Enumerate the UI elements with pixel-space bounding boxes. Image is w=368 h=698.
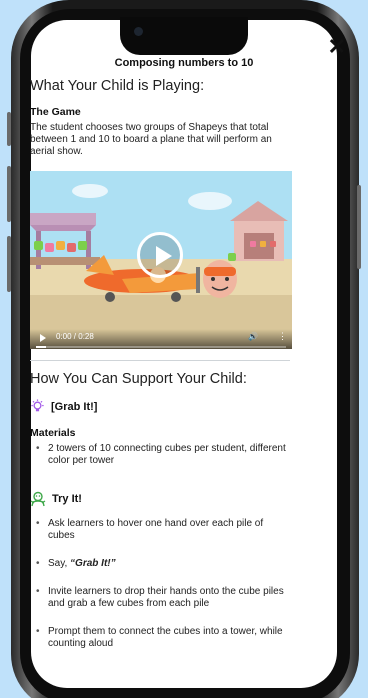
activity-title: [Grab It!] [51,400,98,413]
video-play-button[interactable] [137,232,183,278]
try-it-icon [30,491,46,507]
steps-list-4: Prompt them to connect the cubes into a … [36,626,292,650]
steps-list-1: Ask learners to hover one hand over each… [36,518,292,542]
modal-title: Composing numbers to 10 [114,57,254,69]
power-button [357,185,361,269]
section-divider [30,360,290,361]
mute-switch [7,112,11,146]
try-it-row: Try It! [30,491,82,507]
volume-icon[interactable]: 🔊 [248,332,258,341]
say-prefix: Say, [48,558,71,569]
game-description: The student chooses two groups of Shapey… [30,122,272,157]
playing-heading: What Your Child is Playing: [30,78,205,94]
step-item: Invite learners to drop their hands onto… [36,586,292,610]
volume-down-button [7,236,11,292]
try-it-label: Try It! [52,493,82,505]
step-item: Prompt them to connect the cubes into a … [36,626,292,650]
support-heading: How You Can Support Your Child: [30,371,247,387]
lightbulb-icon [31,399,44,412]
front-camera [134,27,143,36]
step-item: Ask learners to hover one hand over each… [36,518,292,542]
video-control-play-icon[interactable] [40,334,46,342]
volume-up-button [7,166,11,222]
steps-list-2: Say, “Grab It!” [36,558,292,570]
materials-item: 2 towers of 10 connecting cubes per stud… [36,443,292,467]
say-quote: “Grab It!” [70,558,116,569]
game-label: The Game [30,106,81,118]
more-options-icon[interactable]: ⋮ [278,331,287,342]
materials-list: 2 towers of 10 connecting cubes per stud… [36,443,292,467]
step-item-say: Say, “Grab It!” [36,558,292,570]
activity-title-row: [Grab It!] [30,399,97,414]
video-progress[interactable] [36,346,286,348]
notch [120,17,248,55]
video-time: 0:00 / 0:28 [56,332,94,341]
materials-label: Materials [30,427,76,439]
steps-list-3: Invite learners to drop their hands onto… [36,586,292,610]
play-icon [156,246,172,266]
video-progress-fill [36,346,46,348]
